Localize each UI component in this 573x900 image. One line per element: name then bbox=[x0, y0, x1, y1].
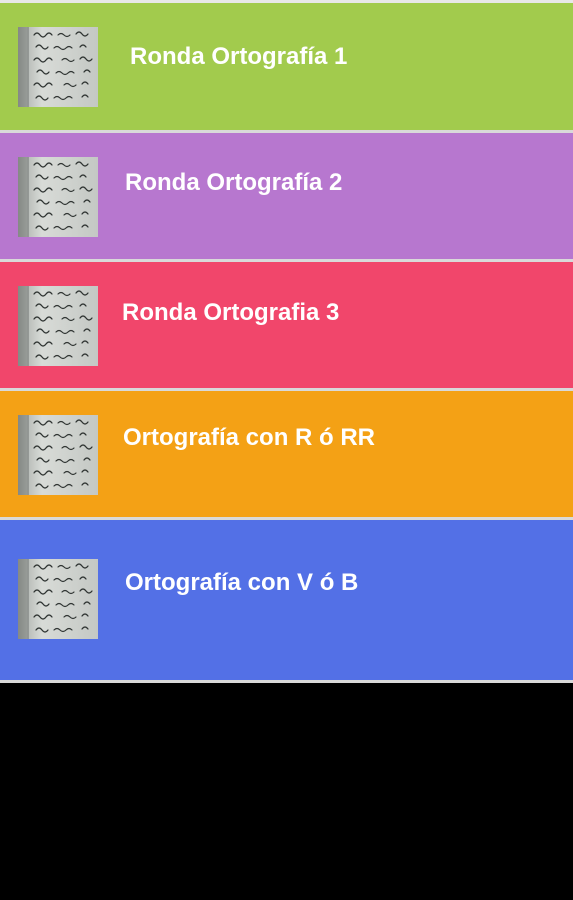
empty-area bbox=[0, 683, 573, 900]
handwritten-notebook-icon bbox=[18, 27, 98, 107]
menu-item-label: Ronda Ortografía 1 bbox=[130, 43, 348, 70]
menu-list: Ronda Ortografía 1 Ronda Ortografía 2 Ro… bbox=[0, 3, 573, 683]
menu-item-label: Ronda Ortografia 3 bbox=[122, 299, 340, 326]
menu-item-label: Ortografía con V ó B bbox=[125, 569, 359, 596]
handwritten-notebook-icon bbox=[18, 286, 98, 366]
menu-item-label: Ronda Ortografía 2 bbox=[125, 169, 343, 196]
app-screen: Ronda Ortografía 1 Ronda Ortografía 2 Ro… bbox=[0, 0, 573, 900]
menu-item-ortografia-v-b[interactable]: Ortografía con V ó B bbox=[0, 520, 573, 683]
menu-item-ronda-ortografia-1[interactable]: Ronda Ortografía 1 bbox=[0, 3, 573, 133]
handwritten-notebook-icon bbox=[18, 157, 98, 237]
menu-item-ortografia-r-rr[interactable]: Ortografía con R ó RR bbox=[0, 391, 573, 520]
menu-item-ronda-ortografia-2[interactable]: Ronda Ortografía 2 bbox=[0, 133, 573, 262]
handwritten-notebook-icon bbox=[18, 559, 98, 639]
menu-item-label: Ortografía con R ó RR bbox=[123, 424, 376, 451]
handwritten-notebook-icon bbox=[18, 415, 98, 495]
menu-item-ronda-ortografia-3[interactable]: Ronda Ortografia 3 bbox=[0, 262, 573, 391]
